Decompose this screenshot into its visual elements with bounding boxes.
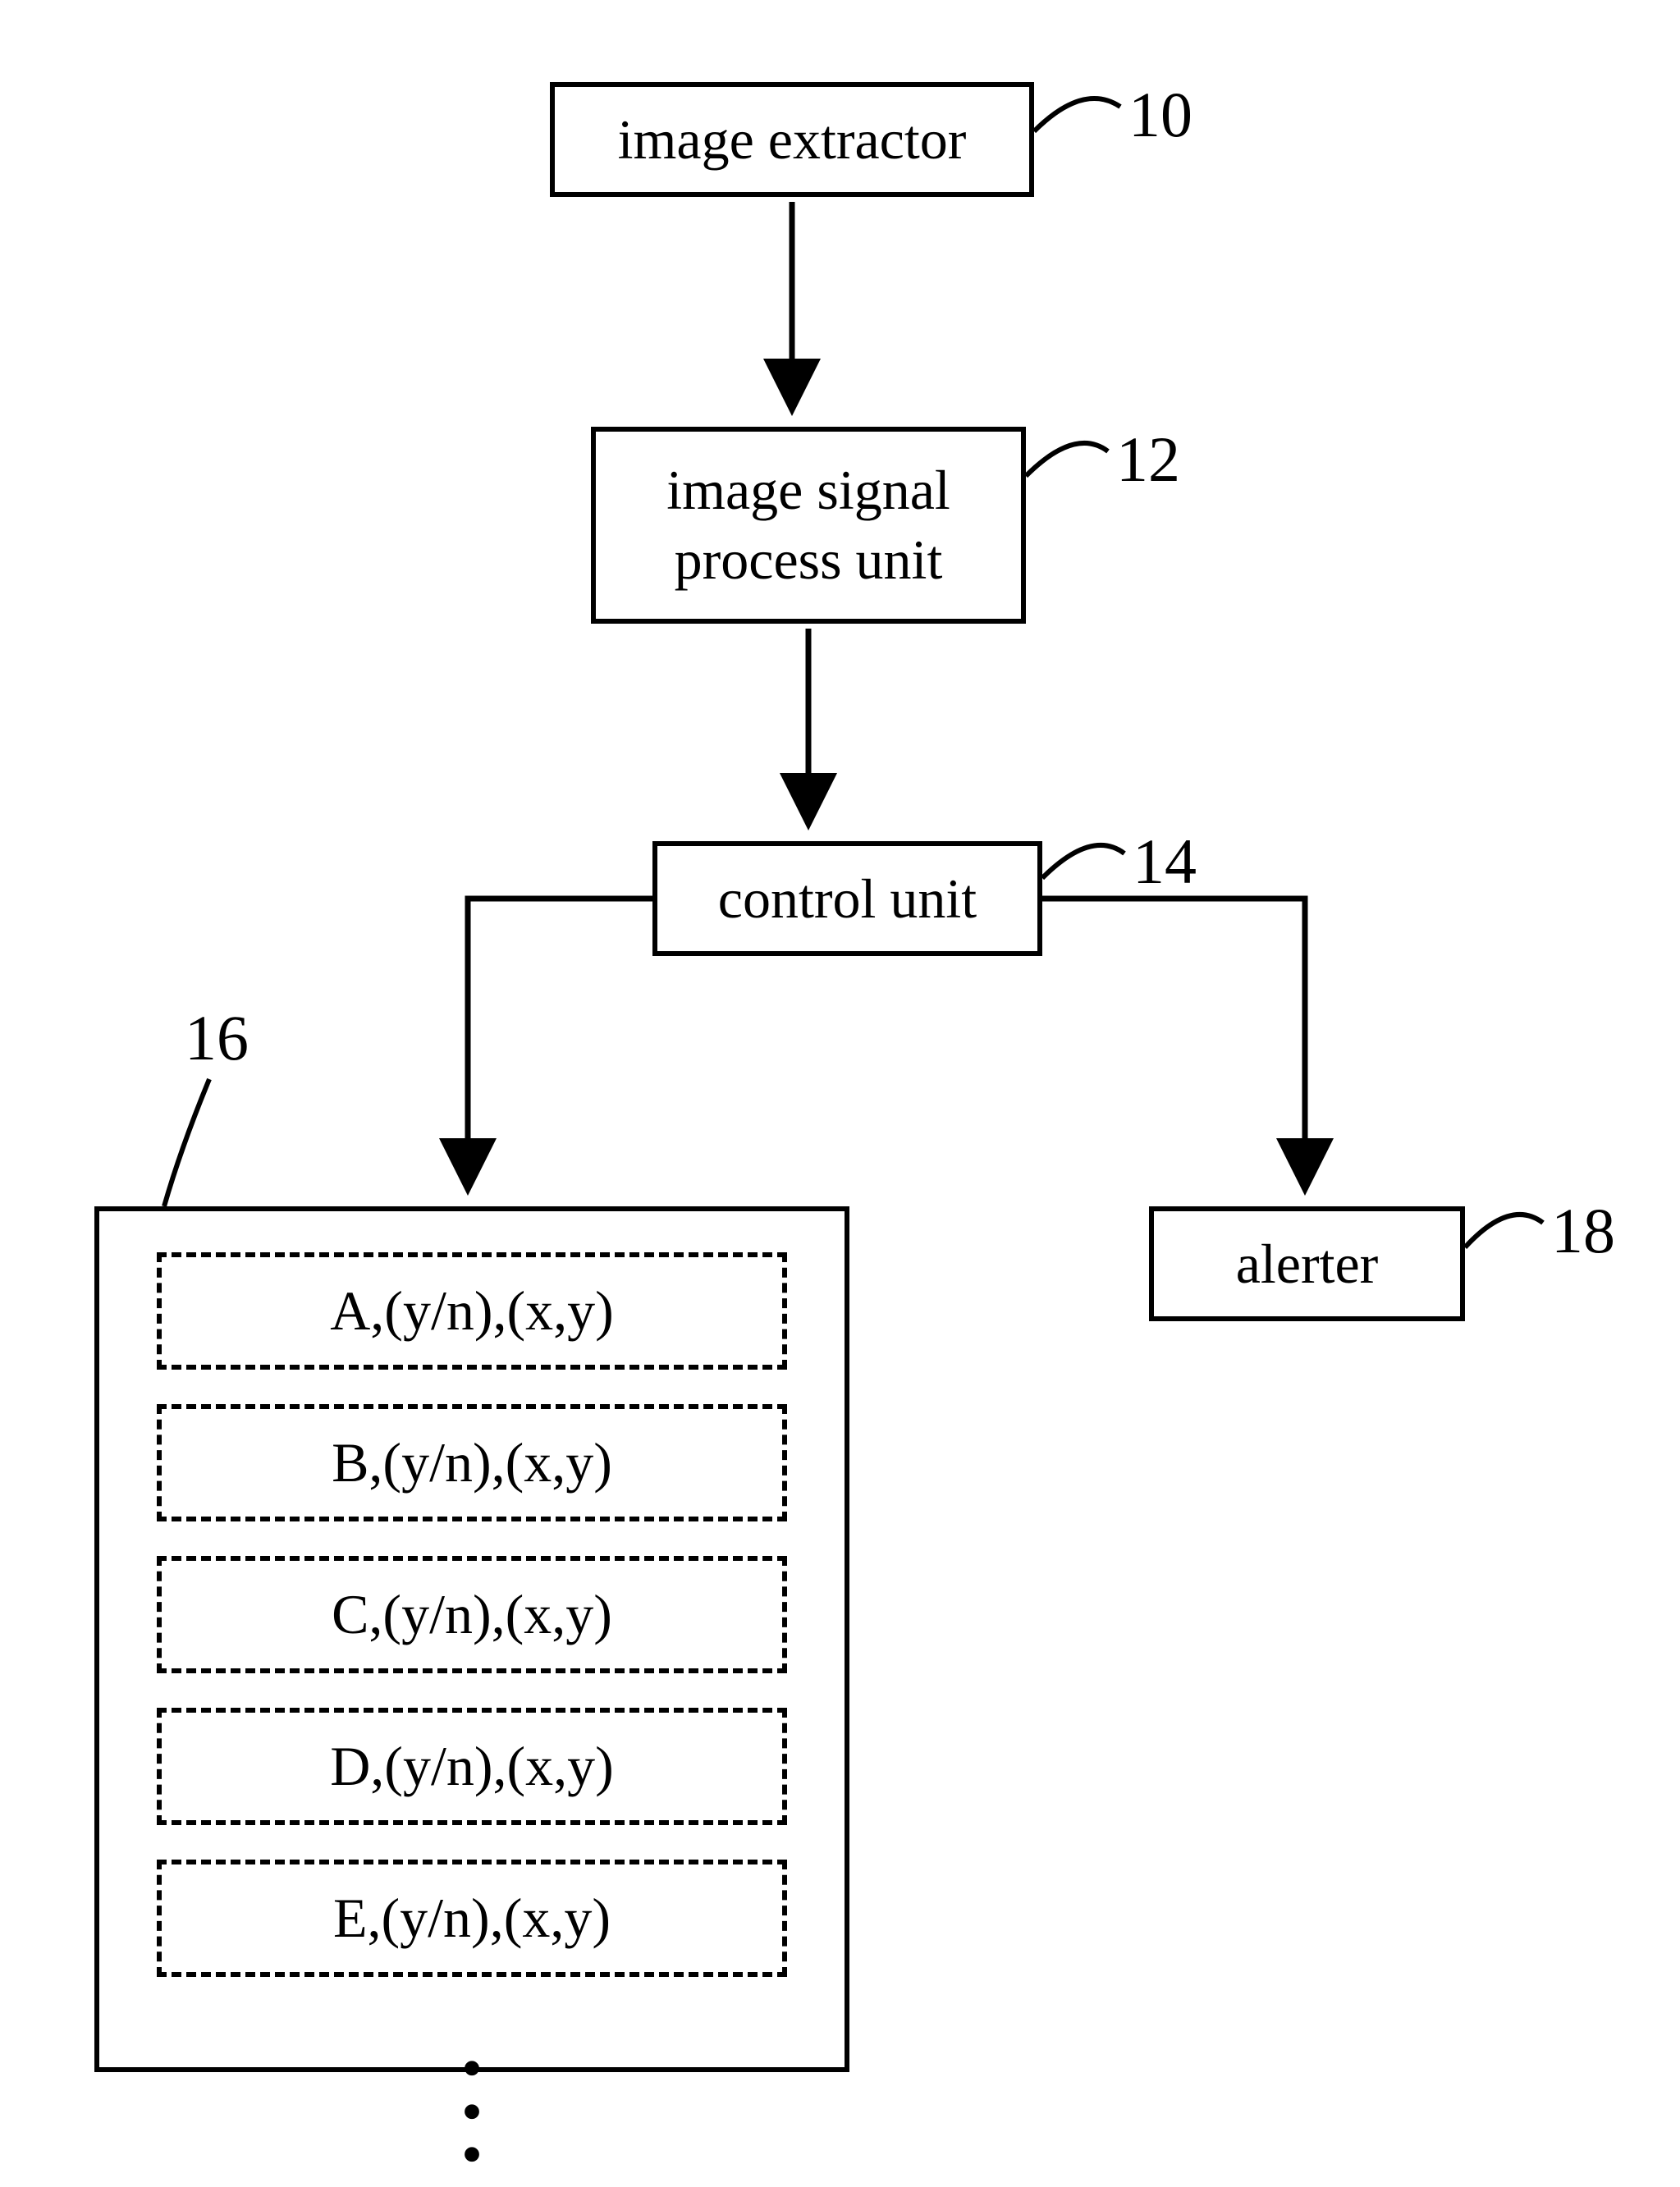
storage-item: C,(y/n),(x,y) xyxy=(157,1556,787,1673)
arrow-control-to-storage xyxy=(468,899,652,1190)
leader-14 xyxy=(1042,845,1124,878)
block-control-unit: control unit xyxy=(652,841,1042,956)
storage-item: D,(y/n),(x,y) xyxy=(157,1708,787,1825)
block-isp: image signal process unit xyxy=(591,427,1026,624)
storage-item-label: D,(y/n),(x,y) xyxy=(330,1735,614,1797)
ref-10: 10 xyxy=(1128,78,1192,152)
ref-18: 18 xyxy=(1551,1194,1615,1268)
leader-16 xyxy=(164,1079,209,1206)
block-isp-label: image signal process unit xyxy=(666,455,950,595)
block-alerter-label: alerter xyxy=(1236,1229,1379,1299)
diagram-canvas: image extractor 10 image signal process … xyxy=(0,0,1680,2125)
ref-14: 14 xyxy=(1133,825,1197,899)
storage-item-label: E,(y/n),(x,y) xyxy=(333,1887,611,1949)
block-image-extractor-label: image extractor xyxy=(618,105,967,175)
ref-16: 16 xyxy=(185,1001,249,1075)
block-control-unit-label: control unit xyxy=(718,864,977,934)
leader-18 xyxy=(1465,1215,1543,1247)
storage-item-label: B,(y/n),(x,y) xyxy=(332,1431,612,1494)
leader-12 xyxy=(1026,443,1108,476)
block-alerter: alerter xyxy=(1149,1206,1465,1321)
arrow-control-to-alerter xyxy=(1042,899,1305,1190)
storage-item: A,(y/n),(x,y) xyxy=(157,1252,787,1370)
block-image-extractor: image extractor xyxy=(550,82,1034,197)
ref-12: 12 xyxy=(1116,423,1180,496)
storage-item: B,(y/n),(x,y) xyxy=(157,1404,787,1521)
storage-item: E,(y/n),(x,y) xyxy=(157,1860,787,1977)
storage-item-label: A,(y/n),(x,y) xyxy=(330,1279,614,1342)
block-storage: A,(y/n),(x,y) B,(y/n),(x,y) C,(y/n),(x,y… xyxy=(94,1206,849,2072)
ellipsis-dots: ... xyxy=(157,2011,787,2141)
storage-item-label: C,(y/n),(x,y) xyxy=(332,1583,612,1645)
leader-10 xyxy=(1034,98,1120,131)
